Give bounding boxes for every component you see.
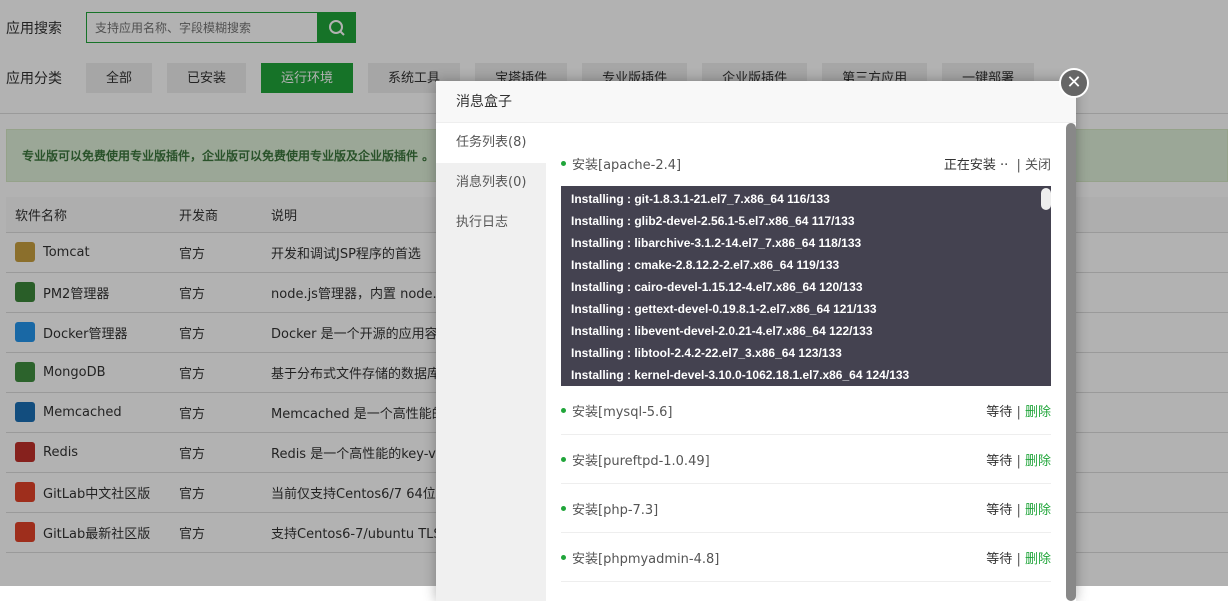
separator: | xyxy=(1016,404,1021,420)
task-status: 等待 xyxy=(986,453,1013,469)
log-line: Installing : cmake-2.8.12.2-2.el7.x86_64… xyxy=(571,258,840,272)
log-line: Installing : glib2-devel-2.56.1-5.el7.x8… xyxy=(571,214,855,228)
modal-nav: 任务列表(8) 消息列表(0) 执行日志 xyxy=(436,123,546,601)
queued-task: 安装[pureftpd-1.0.49] 等待 | 删除 xyxy=(561,435,1051,484)
status-dot xyxy=(561,554,566,560)
queued-task: 安装[mysql-5.6] 等待 | 删除 xyxy=(561,386,1051,435)
log-line: Installing : libevent-devel-2.0.21-4.el7… xyxy=(571,324,873,338)
log-line: Installing : libarchive-3.1.2-14.el7_7.x… xyxy=(571,236,862,250)
log-line: Installing : cairo-devel-1.15.12-4.el7.x… xyxy=(571,280,863,294)
task-status: 正在安装 ·· xyxy=(943,157,1009,173)
log-scrollbar[interactable] xyxy=(1041,188,1051,210)
task-name: 安装[mysql-5.6] xyxy=(572,404,673,420)
modal-scrollbar[interactable] xyxy=(1066,123,1076,601)
status-dot xyxy=(561,160,566,166)
task-list: 安装[apache-2.4] 正在安装 ·· | 关闭 Installing :… xyxy=(546,123,1066,601)
task-name: 安装[apache-2.4] xyxy=(572,157,682,173)
modal-title: 消息盒子 xyxy=(436,81,1076,123)
task-name: 安装[pureftpd-1.0.49] xyxy=(572,453,710,469)
queued-task: 安装[php-7.3] 等待 | 删除 xyxy=(561,484,1051,533)
task-status: 等待 xyxy=(986,404,1013,420)
status-dot xyxy=(561,407,566,413)
close-task-link[interactable]: | 关闭 xyxy=(1016,158,1051,173)
message-box-modal: 消息盒子 任务列表(8) 消息列表(0) 执行日志 安装[apache-2.4]… xyxy=(436,81,1076,601)
install-log: Installing : git-1.8.3.1-21.el7_7.x86_64… xyxy=(561,186,1051,386)
task-status: 等待 xyxy=(986,551,1013,567)
separator: | xyxy=(1016,502,1021,518)
queued-task: 安装[phpmyadmin-4.8] 等待 | 删除 xyxy=(561,533,1051,582)
log-line: Installing : libtool-2.4.2-22.el7_3.x86_… xyxy=(571,346,842,360)
tab-exec-log[interactable]: 执行日志 xyxy=(436,203,546,243)
log-line: Installing : git-1.8.3.1-21.el7_7.x86_64… xyxy=(571,192,830,206)
task-name: 安装[phpmyadmin-4.8] xyxy=(572,551,720,567)
task-status: 等待 xyxy=(986,502,1013,518)
close-icon: ✕ xyxy=(1066,72,1082,93)
tab-message-list[interactable]: 消息列表(0) xyxy=(436,163,546,203)
close-modal-button[interactable]: ✕ xyxy=(1059,68,1089,98)
tab-task-list[interactable]: 任务列表(8) xyxy=(436,123,546,163)
delete-task-link[interactable]: 删除 xyxy=(1025,454,1051,469)
status-dot xyxy=(561,456,566,462)
status-dot xyxy=(561,505,566,511)
delete-task-link[interactable]: 删除 xyxy=(1025,503,1051,518)
task-name: 安装[php-7.3] xyxy=(572,502,659,518)
delete-task-link[interactable]: 删除 xyxy=(1025,405,1051,420)
separator: | xyxy=(1016,453,1021,469)
log-line: Installing : gettext-devel-0.19.8.1-2.el… xyxy=(571,302,877,316)
separator: | xyxy=(1016,551,1021,567)
log-line: Installing : kernel-devel-3.10.0-1062.18… xyxy=(571,368,910,382)
delete-task-link[interactable]: 删除 xyxy=(1025,552,1051,567)
